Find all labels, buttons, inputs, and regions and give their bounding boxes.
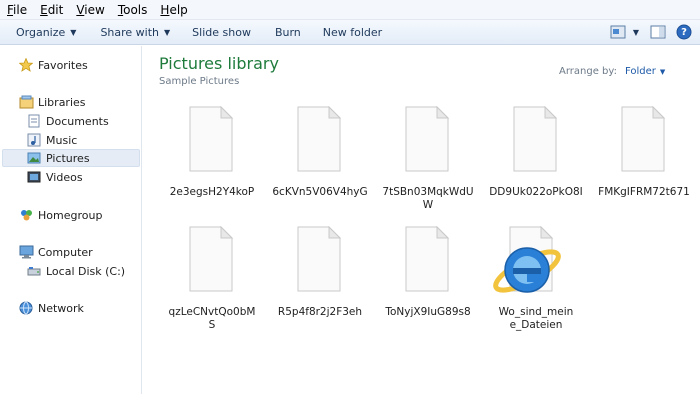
help-glyph: ? bbox=[681, 26, 687, 38]
nav-network[interactable]: Network bbox=[18, 299, 84, 317]
nav-music[interactable]: Music bbox=[26, 131, 77, 149]
nav-homegroup[interactable]: Homegroup bbox=[18, 206, 102, 224]
file-tile[interactable]: 6cKVn5V06V4hyG bbox=[267, 106, 373, 222]
nav-network-label: Network bbox=[38, 301, 84, 315]
nav-music-label: Music bbox=[46, 133, 78, 147]
file-name: ToNyjX9IuG89s8 bbox=[385, 306, 471, 318]
menu-edit-accel: E bbox=[40, 2, 48, 17]
blank-file-icon bbox=[189, 106, 233, 172]
nav-videos-label: Videos bbox=[46, 170, 83, 184]
chevron-down-icon: ▼ bbox=[632, 27, 640, 37]
network-icon bbox=[18, 300, 34, 316]
file-tile[interactable]: FMKgIFRM72t671 bbox=[591, 106, 697, 222]
music-icon bbox=[26, 132, 42, 148]
file-tile[interactable]: 7tSBn03MqkWdUW bbox=[375, 106, 481, 222]
chevron-down-icon: ▼ bbox=[164, 27, 171, 37]
menu-tools[interactable]: Tools bbox=[111, 3, 154, 17]
view-controls: ▼ ? bbox=[602, 23, 694, 41]
star-icon bbox=[18, 57, 34, 73]
menu-view-label: iew bbox=[84, 2, 105, 17]
file-tile[interactable]: 2e3egsH2Y4koP bbox=[159, 106, 265, 222]
file-tile[interactable]: qzLeCNvtQo0bMS bbox=[159, 226, 265, 342]
nav-favorites[interactable]: Favorites bbox=[18, 56, 88, 74]
file-name: 6cKVn5V06V4hyG bbox=[272, 186, 368, 198]
computer-icon bbox=[18, 244, 34, 260]
slide-show-label: Slide show bbox=[192, 25, 251, 39]
view-menu-button[interactable]: ▼ bbox=[630, 23, 642, 41]
arrange-by-dropdown[interactable]: Folder ▼ bbox=[625, 66, 665, 77]
homegroup-icon bbox=[18, 207, 34, 223]
new-folder-button[interactable]: New folder bbox=[314, 21, 391, 43]
file-name: R5p4f8r2j2F3eh bbox=[277, 306, 363, 318]
blank-file-icon bbox=[405, 106, 449, 172]
file-tile-html[interactable]: e Wo_sind_meine_Dateien bbox=[483, 226, 589, 342]
file-view: Pictures library Sample Pictures Arrange… bbox=[143, 46, 700, 394]
nav-local-disk-label: Local Disk (C:) bbox=[46, 264, 126, 278]
menu-file-label: ile bbox=[13, 2, 28, 17]
navigation-pane: Favorites Libraries Documents Music Pict… bbox=[0, 46, 142, 394]
documents-icon bbox=[26, 113, 42, 129]
nav-computer[interactable]: Computer bbox=[18, 243, 93, 261]
menu-tools-label: ools bbox=[123, 2, 148, 17]
pictures-icon bbox=[26, 150, 42, 166]
file-tile[interactable]: DD9Uk022oPkO8I bbox=[483, 106, 589, 222]
help-button[interactable]: ? bbox=[674, 23, 694, 41]
burn-label: Burn bbox=[274, 25, 301, 39]
arrange-by-value: Folder bbox=[625, 66, 656, 77]
nav-local-disk[interactable]: Local Disk (C:) bbox=[26, 262, 125, 280]
menu-help[interactable]: Help bbox=[153, 3, 193, 17]
library-subtitle[interactable]: Sample Pictures bbox=[159, 76, 239, 87]
nav-videos[interactable]: Videos bbox=[26, 168, 83, 186]
chevron-down-icon: ▼ bbox=[659, 68, 666, 76]
menu-view[interactable]: View bbox=[69, 3, 110, 17]
file-name: 7tSBn03MqkWdUW bbox=[382, 186, 474, 211]
nav-libraries[interactable]: Libraries bbox=[18, 93, 86, 111]
preview-pane-icon bbox=[650, 25, 666, 39]
chevron-down-icon: ▼ bbox=[70, 27, 77, 37]
menu-file[interactable]: File bbox=[0, 3, 33, 17]
library-title: Pictures library bbox=[159, 54, 279, 73]
file-tile[interactable]: ToNyjX9IuG89s8 bbox=[375, 226, 481, 342]
file-name: DD9Uk022oPkO8I bbox=[489, 186, 583, 198]
nav-documents-label: Documents bbox=[46, 114, 109, 128]
nav-documents[interactable]: Documents bbox=[26, 112, 109, 130]
share-with-label: Share with bbox=[100, 25, 160, 39]
videos-icon bbox=[26, 169, 42, 185]
file-name: qzLeCNvtQo0bMS bbox=[168, 306, 256, 331]
blank-file-icon bbox=[297, 226, 341, 292]
nav-homegroup-label: Homegroup bbox=[38, 208, 103, 222]
share-with-button[interactable]: Share with ▼ bbox=[91, 21, 179, 43]
blank-file-icon bbox=[621, 106, 665, 172]
file-name: FMKgIFRM72t671 bbox=[598, 186, 690, 198]
library-icon bbox=[18, 94, 34, 110]
hard-drive-icon bbox=[26, 263, 42, 279]
file-name: 2e3egsH2Y4koP bbox=[169, 186, 255, 198]
view-icon bbox=[610, 25, 626, 39]
nav-pictures-label: Pictures bbox=[46, 151, 90, 165]
blank-file-icon bbox=[189, 226, 233, 292]
menu-bar: File Edit View Tools Help bbox=[0, 0, 700, 20]
burn-button[interactable]: Burn bbox=[266, 21, 310, 43]
menu-help-label: elp bbox=[169, 2, 188, 17]
nav-computer-label: Computer bbox=[38, 245, 93, 259]
new-folder-label: New folder bbox=[322, 25, 383, 39]
nav-favorites-label: Favorites bbox=[38, 58, 88, 72]
command-bar: Organize ▼ Share with ▼ Slide show Burn Ne… bbox=[0, 20, 700, 45]
change-view-button[interactable] bbox=[608, 23, 628, 41]
organize-button[interactable]: Organize ▼ bbox=[7, 21, 85, 43]
blank-file-icon bbox=[513, 106, 557, 172]
file-name: Wo_sind_meine_Dateien bbox=[498, 306, 574, 331]
arrange-by-label: Arrange by: bbox=[559, 66, 617, 77]
preview-pane-button[interactable] bbox=[648, 23, 668, 41]
blank-file-icon bbox=[297, 106, 341, 172]
nav-libraries-label: Libraries bbox=[38, 95, 86, 109]
menu-edit[interactable]: Edit bbox=[33, 3, 69, 17]
organize-label: Organize bbox=[16, 25, 66, 39]
file-tile[interactable]: R5p4f8r2j2F3eh bbox=[267, 226, 373, 342]
slide-show-button[interactable]: Slide show bbox=[183, 21, 260, 43]
menu-edit-label: dit bbox=[47, 2, 64, 17]
nav-pictures[interactable]: Pictures bbox=[2, 149, 140, 167]
blank-file-icon bbox=[405, 226, 449, 292]
